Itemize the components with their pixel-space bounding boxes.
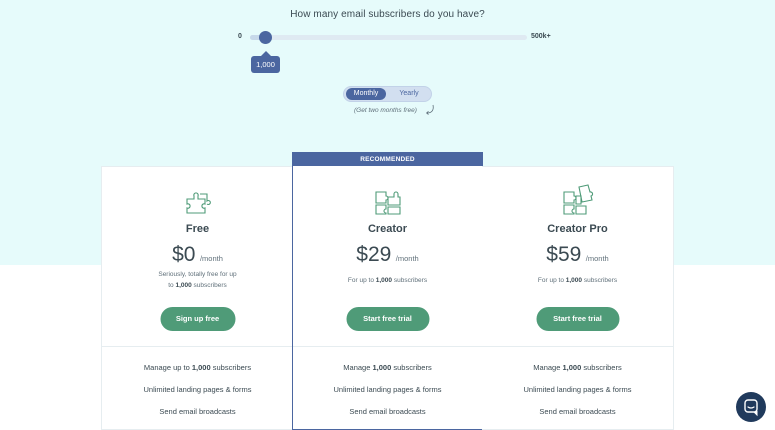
curved-arrow-icon bbox=[425, 104, 434, 115]
plan-price: $0 bbox=[172, 243, 196, 266]
subscriber-question: How many email subscribers do you have? bbox=[290, 9, 485, 20]
feature-broadcasts: Send email broadcasts bbox=[539, 407, 616, 416]
slider-value-tooltip: 1,000 bbox=[251, 51, 280, 73]
chat-widget-button[interactable] bbox=[736, 392, 766, 422]
puzzle-stack-icon bbox=[562, 184, 593, 215]
feature-subscribers: Manage up to 1,000 subscribers bbox=[143, 363, 252, 372]
subscriber-slider-handle[interactable] bbox=[259, 31, 272, 44]
plan-period: /month bbox=[585, 254, 609, 263]
plan-description: For up to 1,000 subscribers bbox=[537, 277, 618, 284]
plan-card-free: Free $0 /month Seriously, totally free f… bbox=[101, 166, 293, 430]
plan-period: /month bbox=[199, 254, 223, 263]
feature-subscribers: Manage 1,000 subscribers bbox=[533, 363, 622, 372]
feature-subscribers: Manage 1,000 subscribers bbox=[343, 363, 432, 372]
plan-card-creator: RECOMMENDED Creator $29 /month For up to… bbox=[292, 152, 483, 430]
card-divider bbox=[482, 346, 673, 347]
billing-monthly-option[interactable]: Monthly bbox=[346, 88, 386, 100]
start-free-trial-button[interactable]: Start free trial bbox=[536, 307, 619, 331]
feature-landing-pages: Unlimited landing pages & forms bbox=[143, 385, 252, 394]
puzzle-pieces-icon bbox=[374, 191, 401, 215]
feature-broadcasts: Send email broadcasts bbox=[159, 407, 236, 416]
feature-landing-pages: Unlimited landing pages & forms bbox=[333, 385, 442, 394]
billing-toggle[interactable]: Monthly Yearly bbox=[343, 86, 432, 102]
recommended-badge: RECOMMENDED bbox=[293, 153, 482, 166]
plan-card-creator-pro: Creator Pro $59 /month For up to 1,000 s… bbox=[482, 166, 674, 430]
slider-max-label: 500k+ bbox=[531, 33, 551, 40]
feature-broadcasts: Send email broadcasts bbox=[349, 407, 426, 416]
plan-description-line: to 1,000 subscribers bbox=[168, 282, 227, 289]
sign-up-free-button[interactable]: Sign up free bbox=[160, 307, 235, 331]
yearly-discount-note: (Get two months free) bbox=[354, 107, 417, 114]
card-divider bbox=[102, 346, 293, 347]
feature-landing-pages: Unlimited landing pages & forms bbox=[523, 385, 632, 394]
plan-price-row: $29 /month bbox=[293, 243, 482, 267]
plan-period: /month bbox=[395, 254, 419, 263]
plan-price-row: $0 /month bbox=[102, 243, 293, 267]
plan-description: For up to 1,000 subscribers bbox=[347, 277, 428, 284]
chat-icon bbox=[744, 399, 758, 417]
plan-name: Creator Pro bbox=[547, 223, 608, 235]
start-free-trial-button[interactable]: Start free trial bbox=[346, 307, 429, 331]
plan-description-line: Seriously, totally free for up bbox=[158, 271, 237, 278]
puzzle-piece-icon bbox=[185, 192, 211, 214]
subscriber-slider-track[interactable] bbox=[250, 35, 527, 40]
slider-min-label: 0 bbox=[238, 33, 242, 40]
plan-price-row: $59 /month bbox=[482, 243, 673, 267]
plan-price: $59 bbox=[546, 243, 582, 266]
plan-name: Creator bbox=[367, 223, 408, 235]
plan-name: Free bbox=[185, 223, 210, 235]
billing-yearly-option[interactable]: Yearly bbox=[390, 88, 428, 100]
card-divider bbox=[293, 346, 482, 347]
plan-price: $29 bbox=[356, 243, 392, 266]
plan-description: Seriously, totally free for up to 1,000 … bbox=[102, 269, 293, 291]
